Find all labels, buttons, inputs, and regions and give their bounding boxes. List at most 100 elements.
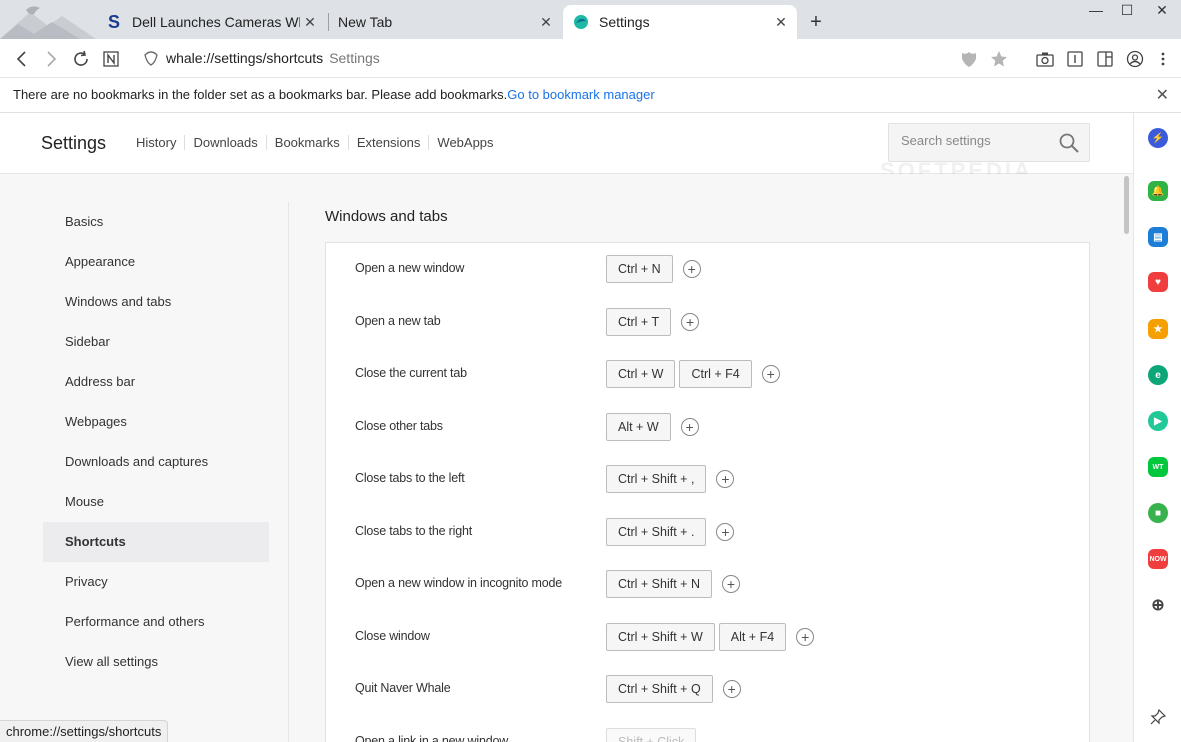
whale-bird-logo [0, 0, 96, 39]
window-close-button[interactable]: ✕ [1147, 2, 1177, 22]
shortcut-key[interactable]: Ctrl + F4 [679, 360, 752, 388]
sidebar-item-shortcuts[interactable]: Shortcuts [43, 522, 269, 562]
sidebar-item-mouse[interactable]: Mouse [43, 482, 269, 522]
bookmark-manager-link[interactable]: Go to bookmark manager [507, 87, 654, 102]
close-icon[interactable]: ✕ [300, 14, 320, 31]
forward-button[interactable] [40, 48, 62, 70]
play-app-icon[interactable]: ▶ [1148, 411, 1168, 431]
reader-mode-icon[interactable] [1064, 48, 1086, 70]
status-bar: chrome://settings/shortcuts [0, 720, 169, 742]
nav-extensions-link[interactable]: Extensions [347, 135, 429, 150]
bell-app-icon[interactable]: 🔔 [1148, 181, 1168, 201]
minimize-button[interactable]: — [1081, 2, 1111, 22]
shortcut-key[interactable]: Ctrl + Shift + . [606, 517, 707, 546]
nav-bookmarks-link[interactable]: Bookmarks [265, 135, 348, 150]
close-icon[interactable]: ✕ [1156, 85, 1169, 105]
tab-new-tab[interactable]: New Tab ✕ [328, 5, 562, 39]
camera-icon[interactable] [1034, 48, 1056, 70]
shortcut-key[interactable]: Ctrl + W [606, 360, 676, 388]
naver-home-button[interactable] [100, 48, 122, 70]
shortcut-row: Close other tabs Alt + W + [326, 401, 1089, 453]
scrollbar-thumb[interactable] [1124, 176, 1129, 234]
add-shortcut-button[interactable]: + [681, 312, 700, 331]
search-icon[interactable] [1059, 133, 1079, 153]
add-shortcut-button[interactable]: + [761, 365, 780, 383]
sidebar-item-privacy[interactable]: Privacy [43, 562, 269, 602]
webtoon-app-icon[interactable]: WT [1148, 457, 1168, 477]
close-icon[interactable]: ✕ [536, 14, 556, 31]
sidebar-item-webpages[interactable]: Webpages [43, 402, 269, 442]
shortcut-key[interactable]: Alt + W [606, 412, 671, 441]
sidebar-item-basics[interactable]: Basics [43, 202, 269, 242]
translate-app-icon[interactable]: e [1148, 365, 1168, 385]
wallet-app-icon[interactable]: ▤ [1148, 227, 1168, 247]
add-shortcut-button[interactable]: + [680, 417, 699, 436]
site-info-icon[interactable] [140, 48, 162, 70]
sidebar-item-view-all-settings[interactable]: View all settings [43, 642, 269, 682]
shield-icon[interactable] [958, 48, 980, 70]
split-view-icon[interactable] [1094, 48, 1116, 70]
add-shortcut-button[interactable]: + [796, 627, 815, 646]
nav-history-link[interactable]: History [136, 135, 184, 150]
shortcut-label: Close window [355, 628, 430, 643]
settings-body: Basics Appearance Windows and tabs Sideb… [0, 174, 1133, 742]
shortcut-key: Shift + Click [606, 727, 697, 742]
bookmark-star-icon[interactable] [988, 48, 1010, 70]
menu-kebab-icon[interactable] [1152, 48, 1174, 70]
shortcut-row: Close window Ctrl + Shift + W Alt + F4 + [326, 611, 1089, 663]
close-icon[interactable]: ✕ [771, 14, 791, 31]
add-shortcut-button[interactable]: + [716, 470, 735, 488]
sidebar-item-address-bar[interactable]: Address bar [43, 362, 269, 402]
whale-icon [573, 14, 589, 30]
url-text: whale://settings/shortcuts [166, 50, 324, 66]
pin-icon[interactable] [1148, 707, 1168, 727]
lightning-app-icon[interactable]: ⚡ [1148, 128, 1168, 148]
now-app-icon[interactable]: NOW [1148, 549, 1168, 569]
nav-downloads-link[interactable]: Downloads [184, 135, 265, 150]
shortcut-row: Open a new window Ctrl + N + [326, 243, 1089, 295]
bookmarks-bar-message: There are no bookmarks in the folder set… [13, 87, 655, 102]
shortcut-key[interactable]: Ctrl + Shift + N [606, 570, 712, 598]
maximize-button[interactable]: ☐ [1112, 2, 1142, 22]
add-shortcut-button[interactable]: + [721, 575, 740, 593]
add-app-icon[interactable]: ⊕ [1148, 595, 1168, 615]
address-bar[interactable]: whale://settings/shortcuts Settings [166, 50, 380, 66]
shortcuts-card: Open a new window Ctrl + N + Open a new t… [325, 242, 1090, 742]
shortcut-key[interactable]: Ctrl + Shift + Q [606, 675, 713, 703]
pocket-app-icon[interactable]: ♥ [1148, 272, 1168, 292]
add-shortcut-button[interactable]: + [682, 260, 701, 278]
shortcut-row: Close the current tab Ctrl + W Ctrl + F4 + [326, 348, 1089, 400]
star-app-icon[interactable]: ★ [1148, 319, 1168, 339]
search-box [888, 123, 1090, 162]
shortcut-label: Close other tabs [355, 418, 443, 433]
shortcut-key[interactable]: Ctrl + Shift + , [606, 465, 707, 493]
settings-nav: History Downloads Bookmarks Extensions W… [136, 135, 502, 150]
page-title: Settings [41, 133, 107, 153]
shortcut-key[interactable]: Ctrl + T [606, 307, 672, 336]
green-square-app-icon[interactable]: ■ [1148, 503, 1168, 523]
tab-dell-article[interactable]: S Dell Launches Cameras Whose ✕ [96, 5, 326, 39]
shortcut-key[interactable]: Alt + F4 [718, 622, 787, 651]
shortcut-row: Close tabs to the right Ctrl + Shift + .… [326, 506, 1089, 558]
new-tab-button[interactable]: + [806, 12, 826, 32]
add-shortcut-button[interactable]: + [716, 522, 735, 541]
profile-icon[interactable] [1124, 48, 1146, 70]
shortcut-label: Close tabs to the right [355, 523, 472, 538]
back-button[interactable] [11, 48, 33, 70]
search-input[interactable] [901, 133, 1051, 148]
shortcut-row: Close tabs to the left Ctrl + Shift + , + [326, 453, 1089, 505]
nav-webapps-link[interactable]: WebApps [428, 135, 501, 150]
softpedia-s-icon: S [107, 11, 120, 32]
add-shortcut-button[interactable]: + [722, 680, 741, 698]
sidebar-item-performance-and-others[interactable]: Performance and others [43, 602, 269, 642]
sidebar-item-appearance[interactable]: Appearance [43, 242, 269, 282]
shortcut-key[interactable]: Ctrl + Shift + W [606, 622, 715, 651]
reload-button[interactable] [70, 48, 92, 70]
tab-settings[interactable]: Settings ✕ [563, 5, 797, 39]
toolbar: whale://settings/shortcuts Settings [0, 39, 1181, 78]
sidebar-item-windows-and-tabs[interactable]: Windows and tabs [43, 282, 269, 322]
shortcut-key[interactable]: Ctrl + N [606, 255, 673, 283]
sidebar-item-sidebar[interactable]: Sidebar [43, 322, 269, 362]
sidebar-item-downloads-and-captures[interactable]: Downloads and captures [43, 442, 269, 482]
tab-title: New Tab [338, 14, 393, 30]
